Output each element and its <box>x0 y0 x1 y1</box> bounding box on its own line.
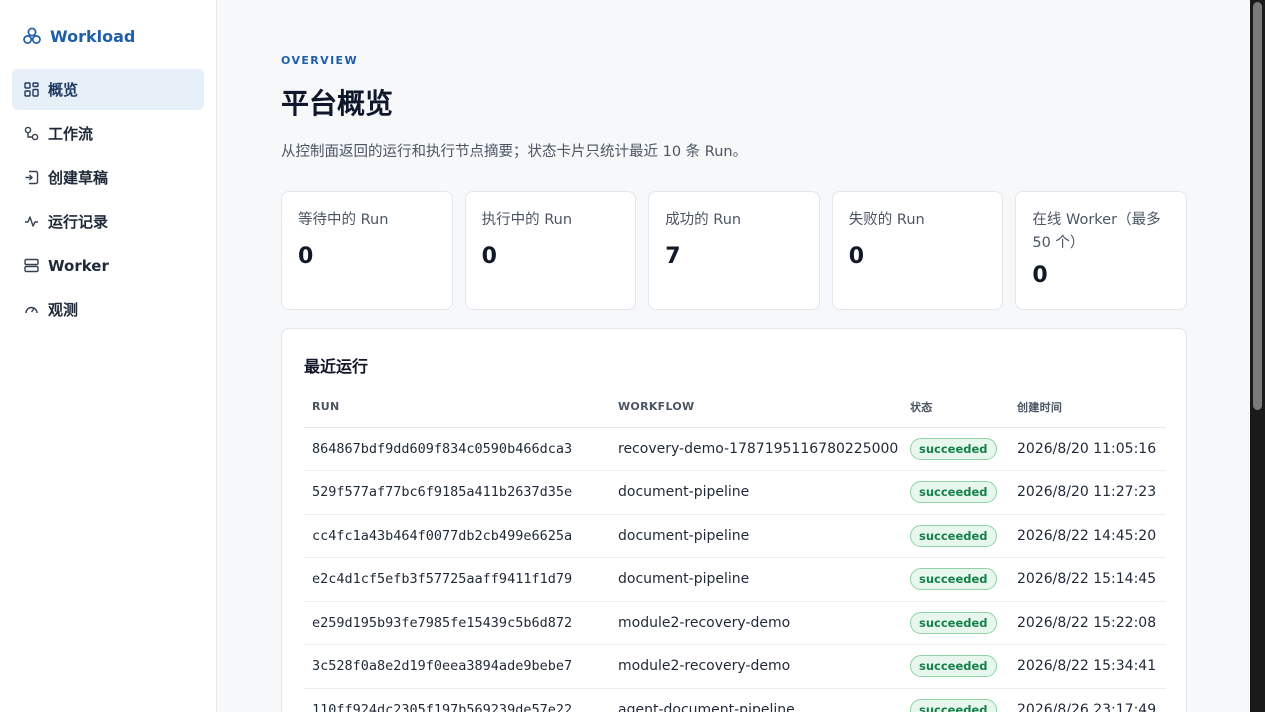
run-id[interactable]: 529f577af77bc6f9185a411b2637d35e <box>304 470 610 515</box>
workflow-name: recovery-demo-1787195116780225000 <box>610 427 902 471</box>
status-badge: succeeded <box>910 437 997 460</box>
status-badge: succeeded <box>910 611 997 634</box>
workflow-icon <box>23 126 39 142</box>
gauge-icon <box>23 302 39 318</box>
sidebar-item-label: Worker <box>48 256 109 275</box>
column-header-run: RUN <box>304 387 610 428</box>
stat-value: 0 <box>1032 263 1048 288</box>
recent-runs-table: RUN WORKFLOW 状态 创建时间 864867bdf9dd609f834… <box>304 387 1166 712</box>
brand[interactable]: Workload <box>22 21 216 51</box>
created-time: 2026/8/26 23:17:49 <box>1009 688 1166 712</box>
created-time: 2026/8/22 14:45:20 <box>1009 514 1166 558</box>
brand-name: Workload <box>50 26 136 46</box>
stat-value: 0 <box>481 244 497 269</box>
stat-value: 0 <box>848 244 865 269</box>
status-badge: succeeded <box>910 698 997 712</box>
sidebar-item-worker[interactable]: Worker <box>12 245 204 286</box>
sidebar-item-create-draft[interactable]: 创建草稿 <box>12 157 204 198</box>
column-header-workflow: WORKFLOW <box>610 387 902 428</box>
sidebar: Workload 概览 工作流 创建草稿 运行记录 Worker 观测 <box>0 0 217 712</box>
status-badge: succeeded <box>910 568 997 591</box>
scrollbar-thumb[interactable] <box>1253 2 1262 410</box>
sidebar-item-overview[interactable]: 概览 <box>12 69 204 110</box>
stat-card-queued: 等待中的 Run 0 <box>281 191 453 310</box>
dashboard-grid-icon <box>23 82 39 98</box>
created-time: 2026/8/22 15:14:45 <box>1009 557 1166 602</box>
workflow-name: agent-document-pipeline <box>610 688 902 712</box>
recent-runs-panel: 最近运行 RUN WORKFLOW 状态 创建时间 864867bdf9dd60… <box>281 328 1187 712</box>
created-time: 2026/8/20 11:05:16 <box>1009 427 1166 471</box>
sidebar-item-label: 工作流 <box>48 125 94 143</box>
recent-runs-title: 最近运行 <box>304 357 369 376</box>
run-id[interactable]: 110ff924dc2305f197b569239de57e22 <box>304 688 610 712</box>
status-badge: succeeded <box>910 481 997 504</box>
table-row[interactable]: e2c4d1cf5efb3f57725aaff9411f1d79 documen… <box>304 557 1166 602</box>
run-id[interactable]: 864867bdf9dd609f834c0590b466dca3 <box>304 427 610 471</box>
table-row[interactable]: cc4fc1a43b464f0077db2cb499e6625a documen… <box>304 514 1166 558</box>
stat-value: 0 <box>298 244 314 269</box>
activity-icon <box>23 214 39 230</box>
server-icon <box>23 258 39 274</box>
page-eyebrow: OVERVIEW <box>281 54 359 67</box>
stat-label: 失败的 Run <box>848 212 925 228</box>
stat-label: 等待中的 Run <box>298 212 389 228</box>
created-time: 2026/8/20 11:27:23 <box>1009 470 1166 515</box>
sidebar-item-label: 运行记录 <box>48 213 109 231</box>
table-row[interactable]: e259d195b93fe7985fe15439c5b6d872 module2… <box>304 601 1166 645</box>
stat-card-failed: 失败的 Run 0 <box>831 191 1004 310</box>
column-header-status: 状态 <box>902 387 1009 428</box>
workflow-name: module2-recovery-demo <box>610 601 902 645</box>
stat-card-running: 执行中的 Run 0 <box>464 191 637 310</box>
page-subtitle: 从控制面返回的运行和执行节点摘要；状态卡片只统计最近 10 条 Run。 <box>281 144 748 160</box>
status-badge: succeeded <box>910 655 997 678</box>
stat-label: 执行中的 Run <box>481 212 573 228</box>
table-row[interactable]: 110ff924dc2305f197b569239de57e22 agent-d… <box>304 688 1166 712</box>
sidebar-item-label: 创建草稿 <box>48 169 109 187</box>
workflow-name: document-pipeline <box>610 470 902 515</box>
workflow-name: document-pipeline <box>610 514 902 558</box>
run-id[interactable]: cc4fc1a43b464f0077db2cb499e6625a <box>304 514 610 558</box>
sidebar-item-workflows[interactable]: 工作流 <box>12 113 204 154</box>
workflow-name: module2-recovery-demo <box>610 644 902 689</box>
table-row[interactable]: 864867bdf9dd609f834c0590b466dca3 recover… <box>304 427 1166 471</box>
column-header-created: 创建时间 <box>1009 387 1166 428</box>
status-badge: succeeded <box>910 524 997 547</box>
page-scrollbar[interactable] <box>1250 0 1265 712</box>
table-row[interactable]: 529f577af77bc6f9185a411b2637d35e documen… <box>304 470 1166 515</box>
created-time: 2026/8/22 15:22:08 <box>1009 601 1166 645</box>
sidebar-item-label: 概览 <box>48 81 79 99</box>
draft-icon <box>23 170 39 186</box>
table-row[interactable]: 3c528f0a8e2d19f0eea3894ade9bebe7 module2… <box>304 644 1166 689</box>
table-header-row: RUN WORKFLOW 状态 创建时间 <box>304 387 1166 428</box>
run-id[interactable]: e259d195b93fe7985fe15439c5b6d872 <box>304 601 610 645</box>
workflow-name: document-pipeline <box>610 557 902 602</box>
stat-card-online-workers: 在线 Worker（最多 50 个） 0 <box>1015 191 1187 310</box>
run-id[interactable]: 3c528f0a8e2d19f0eea3894ade9bebe7 <box>304 644 610 689</box>
run-id[interactable]: e2c4d1cf5efb3f57725aaff9411f1d79 <box>304 557 610 602</box>
page-title: 平台概览 <box>281 87 394 120</box>
workload-logo-icon <box>23 27 41 44</box>
sidebar-item-label: 观测 <box>48 301 79 319</box>
main-content: OVERVIEW 平台概览 从控制面返回的运行和执行节点摘要；状态卡片只统计最近… <box>217 0 1250 712</box>
stat-card-succeeded: 成功的 Run 7 <box>648 191 820 310</box>
stat-value: 7 <box>665 244 681 269</box>
sidebar-item-runs[interactable]: 运行记录 <box>12 201 204 242</box>
stat-cards: 等待中的 Run 0 执行中的 Run 0 成功的 Run 7 失败的 Run … <box>281 191 1187 310</box>
sidebar-item-observe[interactable]: 观测 <box>12 289 204 330</box>
stat-label: 成功的 Run <box>665 212 742 228</box>
created-time: 2026/8/22 15:34:41 <box>1009 644 1166 689</box>
stat-label: 在线 Worker（最多 50 个） <box>1032 212 1161 251</box>
